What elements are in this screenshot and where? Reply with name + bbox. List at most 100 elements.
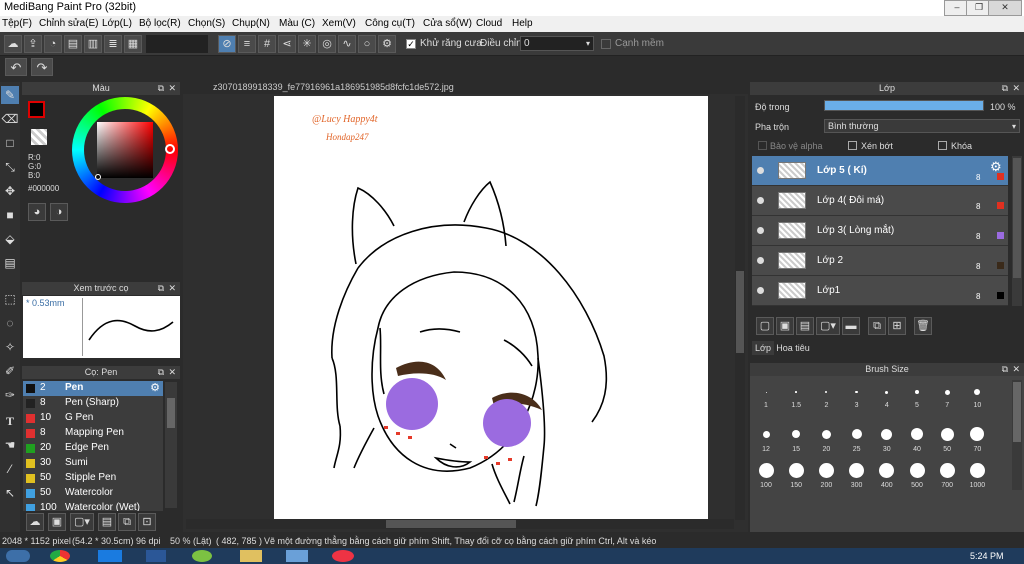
list-icon[interactable]: ≣ bbox=[104, 35, 122, 53]
brush-list-item[interactable]: 8 Mapping Pen bbox=[23, 426, 163, 442]
edge-checkbox[interactable] bbox=[601, 39, 611, 49]
parallel-snap-icon[interactable]: ≡ bbox=[238, 35, 256, 53]
scroll-thumb[interactable] bbox=[167, 398, 175, 428]
menu-color[interactable]: Màu (C) bbox=[279, 18, 315, 29]
brush-size-dot[interactable] bbox=[909, 462, 925, 478]
transparent-swatch[interactable] bbox=[31, 129, 47, 145]
brush-size-dot[interactable] bbox=[762, 430, 770, 438]
duplicate-layer-icon[interactable]: ▣ bbox=[776, 317, 794, 335]
close-button[interactable]: ✕ bbox=[988, 0, 1022, 16]
menu-tools[interactable]: Công cụ(T) bbox=[365, 18, 415, 29]
cloud-icon[interactable]: ☁ bbox=[4, 35, 22, 53]
brush-folder-icon[interactable]: ▤ bbox=[98, 513, 116, 531]
add-layer-menu-icon[interactable]: ▢▾ bbox=[816, 317, 840, 335]
close-icon[interactable]: ✕ bbox=[1012, 82, 1020, 95]
brush-size-dot[interactable] bbox=[939, 462, 955, 478]
text-tool-icon[interactable]: T bbox=[1, 412, 19, 430]
delete-brush-icon[interactable]: ⊡ bbox=[138, 513, 156, 531]
brush-size-scrollbar[interactable] bbox=[1012, 380, 1022, 490]
color-picker-dot[interactable] bbox=[95, 174, 101, 180]
brush-list-item[interactable]: 20 Edge Pen bbox=[23, 441, 163, 457]
brush-list-scrollbar[interactable] bbox=[165, 382, 177, 508]
eyedropper-tool-icon[interactable]: ⁄ bbox=[1, 460, 19, 478]
eye-icon[interactable] bbox=[757, 287, 764, 294]
comment-icon[interactable]: ◔ bbox=[44, 35, 62, 53]
clipping-checkbox[interactable] bbox=[848, 141, 857, 150]
circle-icon[interactable]: ○ bbox=[358, 35, 376, 53]
protect-alpha-checkbox[interactable] bbox=[758, 141, 767, 150]
brush-tool-icon[interactable]: ✎ bbox=[1, 86, 19, 104]
brush-list-item[interactable]: 10 G Pen bbox=[23, 411, 163, 427]
rect-tool-icon[interactable]: □ bbox=[1, 134, 19, 152]
brush-list-item[interactable]: 50 Stipple Pen bbox=[23, 471, 163, 487]
popout-icon[interactable]: ⧉ bbox=[158, 366, 164, 379]
menu-layer[interactable]: Lớp(L) bbox=[102, 18, 132, 29]
close-icon[interactable]: ✕ bbox=[168, 366, 176, 379]
popout-icon[interactable]: ⧉ bbox=[1002, 82, 1008, 95]
document-icon[interactable]: ▥ bbox=[84, 35, 102, 53]
drawing-canvas[interactable]: @Lucy Happy4t Hondap247 bbox=[274, 96, 708, 520]
start-icon[interactable] bbox=[6, 550, 30, 562]
popout-icon[interactable]: ⧉ bbox=[158, 282, 164, 295]
eye-icon[interactable] bbox=[757, 227, 764, 234]
layer-scrollbar[interactable] bbox=[1012, 156, 1022, 306]
layer-row[interactable]: Lớp 2 8 bbox=[752, 246, 1008, 276]
brush-list-item[interactable]: 50 Watercolor bbox=[23, 486, 163, 502]
layer-row[interactable]: Lớp 5 ( Kí) 8 ⚙ bbox=[752, 156, 1008, 186]
app-icon[interactable] bbox=[192, 550, 212, 562]
share-icon[interactable]: ⇪ bbox=[24, 35, 42, 53]
brush-size-dot[interactable] bbox=[818, 462, 834, 478]
scroll-thumb[interactable] bbox=[1013, 158, 1021, 278]
brush-size-dot[interactable] bbox=[849, 462, 865, 478]
brush-size-dot[interactable] bbox=[881, 428, 893, 440]
select-rect-icon[interactable]: ⬚ bbox=[1, 290, 19, 308]
zalo-icon[interactable] bbox=[98, 550, 122, 562]
vertical-scrollbar[interactable] bbox=[735, 96, 745, 520]
blend-select[interactable]: Bình thường ▾ bbox=[824, 119, 1020, 133]
eye-icon[interactable] bbox=[757, 167, 764, 174]
brush-size-dot[interactable] bbox=[969, 462, 985, 478]
popout-icon[interactable]: ⧉ bbox=[1002, 363, 1008, 376]
brush-size-dot[interactable] bbox=[758, 462, 774, 478]
close-icon[interactable]: ✕ bbox=[168, 282, 176, 295]
eye-icon[interactable] bbox=[757, 197, 764, 204]
gear-icon[interactable]: ⚙ bbox=[150, 381, 160, 394]
explorer-icon[interactable] bbox=[240, 550, 262, 562]
trash-icon[interactable]: 🗑 bbox=[914, 317, 932, 335]
fill-rect-icon[interactable]: ■ bbox=[1, 206, 19, 224]
palette-icon[interactable]: ◕ bbox=[28, 203, 46, 221]
layer-row[interactable]: Lớp1 8 bbox=[752, 276, 1008, 306]
opacity-slider[interactable] bbox=[824, 100, 984, 111]
bucket-tool-icon[interactable]: ⬙ bbox=[1, 230, 19, 248]
brush-size-dot[interactable] bbox=[788, 462, 804, 478]
adjust-select[interactable]: 0 ▾ bbox=[520, 36, 594, 51]
layer-row[interactable]: Lớp 4( Đôi má) 8 bbox=[752, 186, 1008, 216]
snap-off-icon[interactable]: ⊘ bbox=[218, 35, 236, 53]
copy-brush-icon[interactable]: ⧉ bbox=[118, 513, 136, 531]
menu-help[interactable]: Help bbox=[512, 18, 533, 29]
brush-size-dot[interactable] bbox=[795, 391, 797, 393]
primary-color-swatch[interactable] bbox=[28, 101, 45, 118]
menu-select[interactable]: Chọn(S) bbox=[188, 18, 225, 29]
menu-file[interactable]: Tệp(F) bbox=[2, 18, 32, 29]
select-pen-icon[interactable]: ✐ bbox=[1, 362, 19, 380]
gradient-tool-icon[interactable]: ▤ bbox=[1, 254, 19, 272]
concentric-icon[interactable]: ◎ bbox=[318, 35, 336, 53]
menu-filter[interactable]: Bộ lọc(R) bbox=[139, 18, 181, 29]
saturation-square[interactable] bbox=[97, 122, 153, 178]
lasso-tool-icon[interactable]: ◌ bbox=[1, 314, 19, 332]
layer-row[interactable]: Lớp 3( Lòng mắt) 8 bbox=[752, 216, 1008, 246]
brush-size-dot[interactable] bbox=[765, 391, 767, 393]
folder-icon[interactable]: ▬ bbox=[842, 317, 860, 335]
perspective-icon[interactable]: ⋖ bbox=[278, 35, 296, 53]
select-eraser-icon[interactable]: ✑ bbox=[1, 386, 19, 404]
magic-wand-icon[interactable]: ✧ bbox=[1, 338, 19, 356]
undo-icon[interactable]: ↶ bbox=[5, 58, 27, 76]
dot-tool-icon[interactable]: ⤡ bbox=[1, 158, 19, 176]
tab-navigator[interactable]: Hoa tiêu bbox=[776, 341, 810, 355]
tab-layer[interactable]: Lớp bbox=[752, 341, 774, 355]
eraser-tool-icon[interactable]: ⌫ bbox=[1, 110, 19, 128]
hand-tool-icon[interactable]: ☚ bbox=[1, 436, 19, 454]
grid-snap-icon[interactable]: # bbox=[258, 35, 276, 53]
brush-list-item[interactable]: 2 Pen ⚙ bbox=[23, 381, 163, 397]
